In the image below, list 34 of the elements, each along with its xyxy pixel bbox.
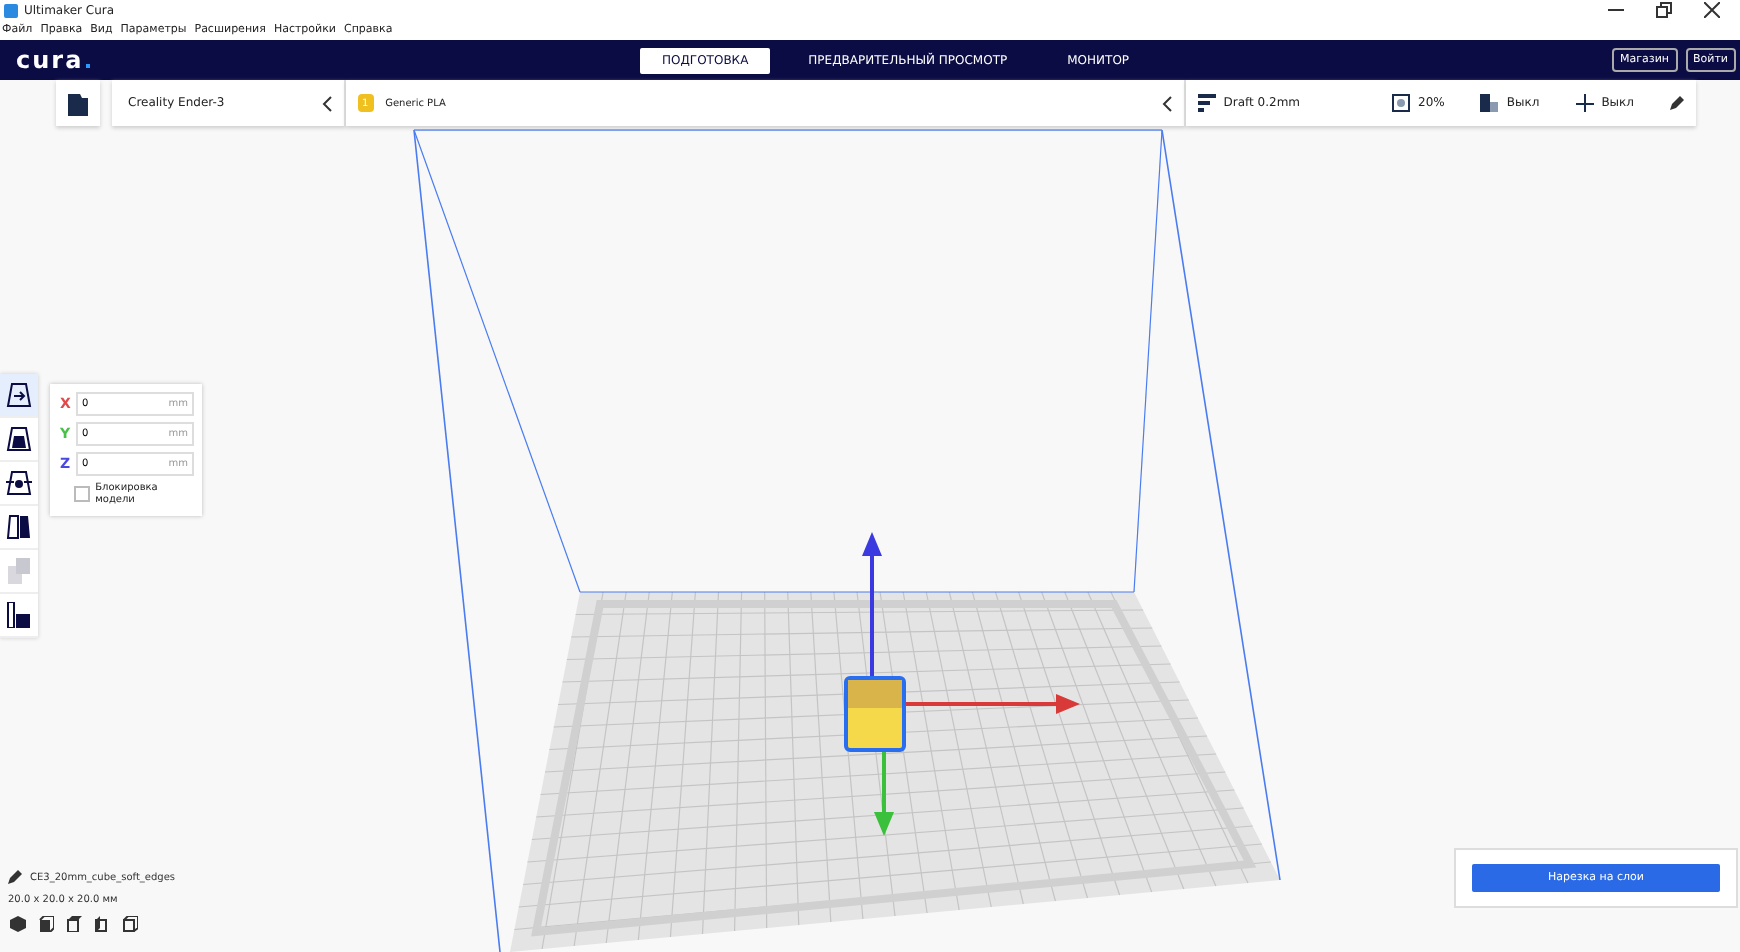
- close-icon[interactable]: [1704, 2, 1720, 18]
- cube-view-icon[interactable]: [10, 916, 26, 932]
- rotate-tool-icon: [6, 470, 32, 496]
- pencil-icon[interactable]: [8, 870, 22, 884]
- profile-icon: [1197, 94, 1216, 112]
- support-icon: [1480, 94, 1499, 112]
- scale-tool-icon: [6, 426, 32, 452]
- restore-icon[interactable]: [1656, 2, 1672, 18]
- adhesion-icon: [1575, 94, 1594, 112]
- support-tool-icon: [6, 602, 32, 628]
- cura-logo: cura: [16, 48, 84, 72]
- cube-view-icon[interactable]: [66, 916, 82, 932]
- z-axis-arrow[interactable]: [862, 532, 882, 676]
- cube-view-icon[interactable]: [38, 916, 54, 932]
- infill-icon: [1392, 94, 1411, 112]
- tool-button[interactable]: [0, 462, 38, 506]
- app-icon: [4, 3, 18, 17]
- checkbox[interactable]: [74, 486, 90, 502]
- move-tool-icon: [6, 382, 32, 408]
- pencil-icon[interactable]: [1670, 96, 1684, 110]
- cube-model[interactable]: [844, 676, 906, 752]
- chevron-icon[interactable]: [321, 95, 332, 111]
- tool-button[interactable]: [0, 418, 38, 462]
- cube-view-icon[interactable]: [122, 916, 138, 932]
- cube-view-icon[interactable]: [94, 916, 110, 932]
- x-axis-arrow[interactable]: [906, 694, 1080, 714]
- open-file-button[interactable]: [56, 80, 100, 126]
- chevron-icon[interactable]: [1161, 95, 1172, 111]
- tool-button[interactable]: [0, 374, 38, 418]
- tool-button[interactable]: [0, 594, 38, 638]
- copies-tool-icon: [6, 558, 32, 584]
- tool-button[interactable]: [0, 506, 38, 550]
- mirror-tool-icon: [6, 514, 32, 540]
- folder-icon: [68, 91, 88, 115]
